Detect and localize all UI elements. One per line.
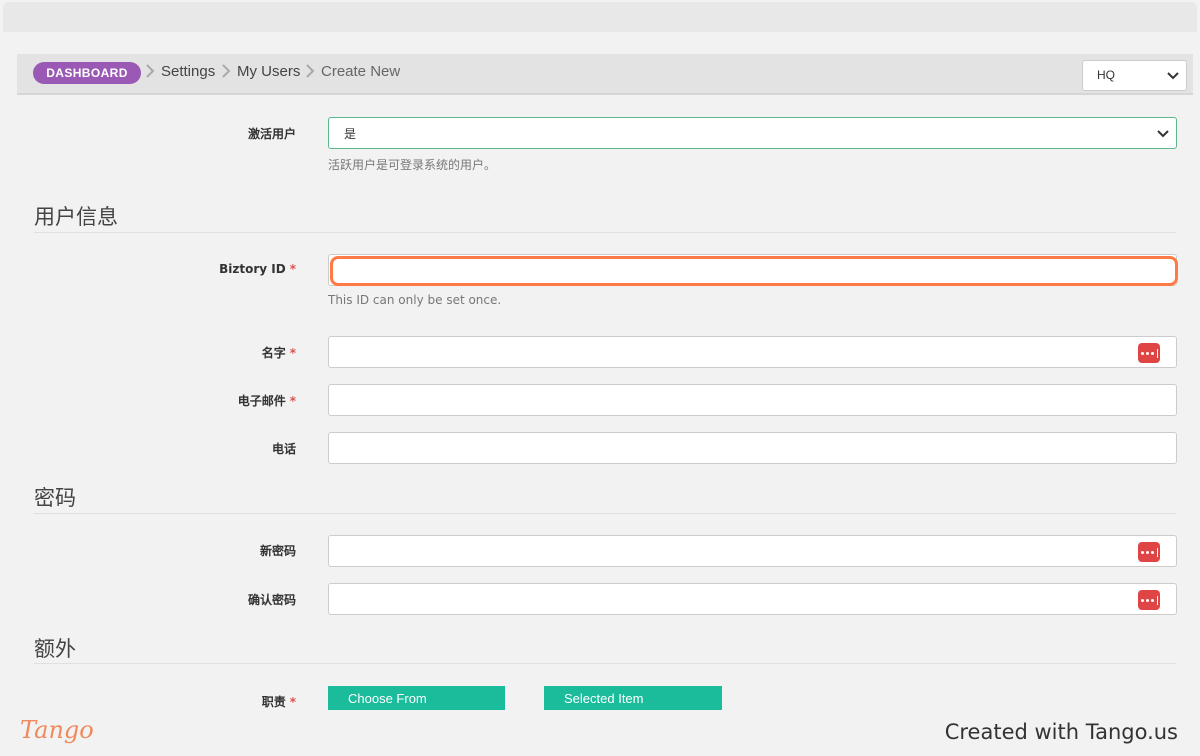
email-label: 电子邮件 * [237,394,296,408]
new-password-label: 新密码 [259,544,296,558]
biztory-id-input[interactable] [330,256,1178,286]
chevron-right-icon [222,64,231,78]
breadcrumb-current: Create New [321,63,401,80]
active-user-select[interactable]: 是 [328,117,1177,149]
biztory-id-help: This ID can only be set once. [328,293,502,307]
email-input[interactable] [328,384,1177,416]
choose-from-header: Choose From [328,686,505,710]
confirm-password-input[interactable] [328,583,1177,615]
new-password-input[interactable] [328,535,1177,567]
phone-input[interactable] [328,432,1177,464]
created-with-text: Created with Tango.us [944,720,1178,744]
breadcrumb-settings[interactable]: Settings [161,63,215,81]
divider [34,232,1176,233]
biztory-id-label: Biztory ID * [219,262,296,276]
password-manager-icon[interactable] [1138,590,1160,610]
section-extra: 额外 [34,637,76,661]
tango-footer: Tango Created with Tango.us [0,710,1200,756]
chevron-down-icon [1157,130,1169,138]
section-user-info: 用户信息 [34,205,118,229]
breadcrumb-my-users[interactable]: My Users [237,63,300,81]
selected-item-header: Selected Item [544,686,722,710]
confirm-password-label: 确认密码 [247,593,296,607]
active-user-help: 活跃用户是可登录系统的用户。 [328,158,497,172]
breadcrumb: DASHBOARD Settings My Users Create New H… [17,54,1193,95]
password-manager-icon[interactable] [1138,542,1160,562]
password-manager-icon[interactable] [1138,343,1160,363]
name-input[interactable] [328,336,1177,368]
tango-logo: Tango [20,716,94,744]
active-user-label: 激活用户 [247,127,296,141]
section-password: 密码 [34,486,76,510]
browser-top-bar [3,2,1197,32]
chevron-right-icon [146,64,155,78]
location-select[interactable]: HQ [1082,60,1187,91]
role-label: 职责 * [261,695,296,709]
divider [34,513,1176,514]
breadcrumb-dashboard[interactable]: DASHBOARD [33,62,141,84]
chevron-down-icon [1167,72,1179,80]
chevron-right-icon [306,64,315,78]
divider [34,663,1176,664]
phone-label: 电话 [271,442,296,456]
location-select-value: HQ [1097,68,1115,82]
name-label: 名字 * [261,346,296,360]
active-user-value: 是 [344,127,357,141]
